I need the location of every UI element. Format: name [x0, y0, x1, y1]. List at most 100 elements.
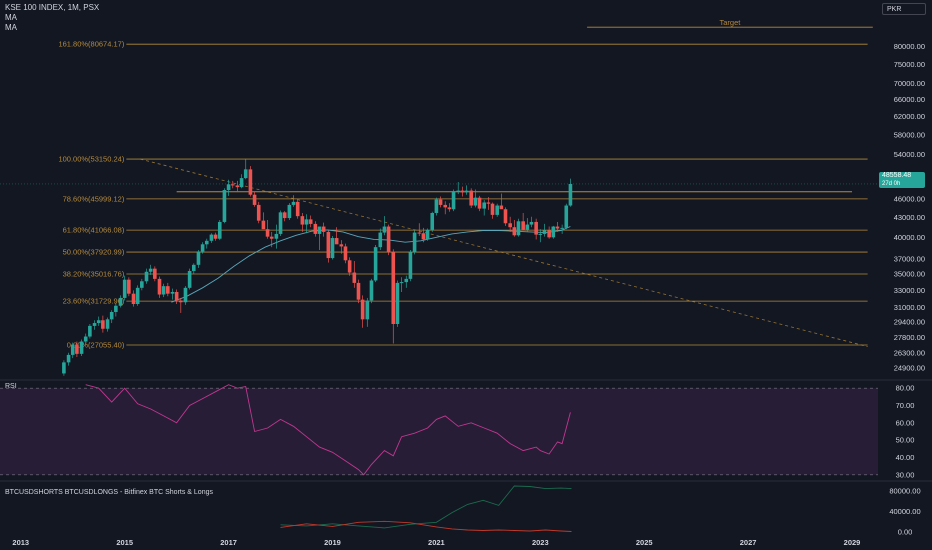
candle-body [79, 341, 84, 354]
candle-body [564, 205, 569, 228]
candle [447, 203, 452, 212]
candle-body [127, 279, 131, 294]
time-tick-label: 2029 [844, 538, 861, 547]
candle-body [443, 204, 448, 208]
candle-body [473, 197, 478, 206]
candle-body [96, 320, 101, 324]
candle [464, 185, 469, 195]
candle [330, 235, 335, 260]
price-tick-label: 54000.00 [894, 150, 925, 159]
candle-body [408, 252, 413, 279]
candle-body [334, 238, 339, 245]
price-tick-label: 62000.00 [894, 112, 925, 121]
candle-body [114, 305, 118, 313]
candle-body [425, 229, 430, 240]
candle [469, 188, 474, 208]
candle [161, 283, 166, 298]
rsi-tick-label: 50.00 [896, 436, 915, 445]
time-tick-label: 2025 [636, 538, 653, 547]
candle [443, 201, 448, 215]
candle [451, 189, 456, 212]
candle [313, 221, 318, 237]
fib-level-label: 161.80%(80674.17) [58, 40, 124, 49]
candle [430, 211, 435, 232]
candle-body [373, 247, 378, 281]
candle-body [464, 190, 469, 193]
candle-body [101, 320, 105, 329]
currency-button[interactable]: PKR [882, 3, 926, 15]
candle-body [178, 300, 183, 303]
price-tick-label: 26300.00 [894, 348, 925, 357]
candle-body [421, 233, 426, 240]
candle-body [321, 226, 326, 232]
time-tick-label: 2027 [740, 538, 757, 547]
candle [495, 203, 499, 217]
candle-body [551, 226, 556, 238]
candle-body [105, 319, 110, 329]
price-tick-label: 46000.00 [894, 194, 925, 203]
candle-body [538, 233, 543, 235]
candle [365, 297, 370, 327]
price-tick-label: 43000.00 [894, 213, 925, 222]
candle-body [109, 312, 114, 320]
symbol-title[interactable]: KSE 100 INDEX, 1M, PSX [5, 3, 99, 13]
candle-body [287, 204, 292, 219]
candle [209, 233, 214, 243]
candle [547, 226, 551, 239]
time-tick-label: 2017 [220, 538, 237, 547]
price-tick-label: 29400.00 [894, 318, 925, 327]
candle-body [568, 183, 573, 206]
candle [174, 289, 179, 304]
candle [438, 196, 443, 208]
candle [105, 317, 110, 332]
candle [222, 188, 227, 224]
candle [352, 261, 357, 288]
price-axis[interactable]: 80000.00 75000.00 70000.00 66000.00 62000.00… [894, 42, 925, 372]
candle-body [252, 194, 257, 205]
candle-body [291, 201, 296, 205]
chart-canvas[interactable]: 161.80%(80674.17) 100.00%(53150.24) 78.60%… [0, 0, 932, 550]
candle-body [308, 219, 313, 224]
candle-body [282, 212, 287, 219]
candle [521, 212, 525, 231]
candle-body [529, 221, 534, 225]
time-axis[interactable]: 2013 2015 2017 2019 2021 2023 2025 2027 2029 [12, 538, 860, 547]
candle-body [516, 221, 521, 236]
rsi-pane-title[interactable]: RSI [5, 383, 17, 390]
candle [399, 277, 404, 292]
ma-indicator-label[interactable]: MA [5, 13, 99, 23]
candle-body [196, 251, 201, 265]
candle-body [131, 293, 136, 304]
candle [482, 200, 486, 216]
candle [408, 250, 413, 282]
candle-body [447, 207, 452, 210]
candle [460, 186, 465, 197]
candle [191, 263, 196, 275]
candle-body [525, 224, 530, 230]
candle-body [135, 287, 140, 304]
candle [252, 191, 257, 207]
candle [166, 282, 170, 297]
candle [70, 342, 75, 359]
ma-indicator-label-2[interactable]: MA [5, 23, 99, 33]
candle-body [83, 336, 88, 342]
candle-body [174, 291, 179, 301]
rsi-tick-label: 30.00 [896, 470, 915, 479]
candle-body [395, 282, 400, 324]
candle [551, 225, 556, 239]
candle-body [399, 282, 404, 284]
fib-retracement[interactable]: 161.80%(80674.17) 100.00%(53150.24) 78.60%… [0, 18, 878, 350]
candle-body [209, 234, 214, 241]
btc-pane-title[interactable]: BTCUSDSHORTS BTCUSDLONGS - Bitfinex BTC … [5, 489, 213, 496]
candle [477, 195, 482, 212]
candle-body [386, 226, 391, 253]
candle [217, 220, 222, 241]
candle [512, 220, 517, 237]
candle-body [330, 238, 335, 259]
candle-body [243, 169, 248, 179]
candle [131, 290, 136, 307]
candle [356, 279, 361, 304]
fib-level-label: 61.80%(41066.08) [63, 226, 125, 235]
candle-body [265, 229, 270, 237]
candle-body [217, 221, 222, 239]
